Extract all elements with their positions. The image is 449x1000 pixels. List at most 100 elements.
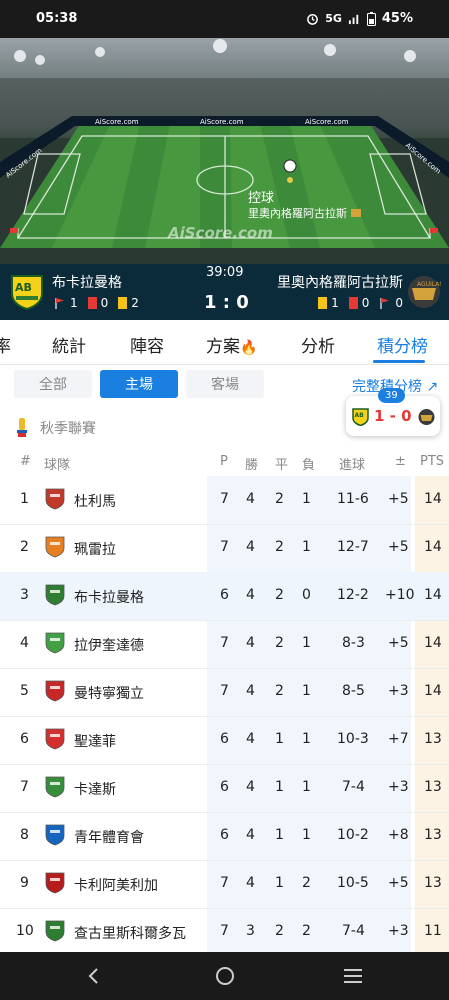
league-header: 秋季聯賽 <box>16 418 96 438</box>
row-team: 卡達斯 <box>74 782 116 798</box>
svg-text:AGUILAS: AGUILAS <box>417 281 441 288</box>
row-diff: +10 <box>385 587 415 603</box>
row-rank: 6 <box>20 731 29 747</box>
filter-all[interactable]: 全部 <box>14 370 92 398</box>
table-row[interactable]: 7 卡達斯 6 4 1 1 7-4 +3 13 <box>0 764 449 813</box>
active-tab-indicator <box>373 360 425 363</box>
corner-flag-icon <box>55 298 64 309</box>
row-team: 布卡拉曼格 <box>74 590 144 606</box>
row-wins: 4 <box>246 587 255 603</box>
status-icons: 5G 45% <box>306 11 413 26</box>
team-crest-icon <box>45 488 65 510</box>
home-team-name: 布卡拉曼格 <box>52 275 122 291</box>
row-wins: 4 <box>246 683 255 699</box>
row-losses: 1 <box>302 635 311 651</box>
home-red-cards: 0 <box>100 296 109 310</box>
away-team-name: 里奧內格羅阿古拉斯 <box>277 275 403 291</box>
row-goals: 11-6 <box>337 491 369 507</box>
table-row[interactable]: 1 杜利馬 7 4 2 1 11-6 +5 14 <box>0 476 449 525</box>
network-label: 5G <box>325 12 342 25</box>
row-played: 6 <box>220 827 229 843</box>
table-row[interactable]: 9 卡利阿美利加 7 4 1 2 10-5 +5 13 <box>0 860 449 909</box>
row-draws: 2 <box>275 923 284 939</box>
row-team: 青年體育會 <box>74 830 144 846</box>
back-icon[interactable] <box>86 968 102 984</box>
arrow-up-right-icon: ↗ <box>426 379 439 395</box>
row-rank: 3 <box>20 587 29 603</box>
row-team: 查古里斯科爾多瓦 <box>74 926 186 942</box>
battery-label: 45% <box>381 11 413 26</box>
menu-icon[interactable] <box>344 968 362 984</box>
row-pts: 14 <box>424 635 442 651</box>
tab-lineup[interactable]: 陣容 <box>130 332 164 357</box>
tab-plans[interactable]: 方案🔥 <box>206 332 257 357</box>
table-row[interactable]: 6 聖達菲 6 4 1 1 10-3 +7 13 <box>0 716 449 765</box>
row-pts: 14 <box>424 587 442 603</box>
table-row[interactable]: 3 布卡拉曼格 6 4 2 0 12-2 +10 14 <box>0 572 449 621</box>
row-diff: +3 <box>388 683 409 699</box>
league-trophy-icon <box>17 418 27 437</box>
row-losses: 1 <box>302 683 311 699</box>
row-draws: 2 <box>275 683 284 699</box>
fire-icon: 🔥 <box>240 340 258 356</box>
col-team: 球隊 <box>44 458 71 473</box>
table-row[interactable]: 4 拉伊奎達德 7 4 2 1 8-3 +5 14 <box>0 620 449 669</box>
table-row[interactable]: 5 曼特寧獨立 7 4 2 1 8-5 +3 14 <box>0 668 449 717</box>
match-minute: 39:09 <box>206 265 244 280</box>
row-played: 6 <box>220 779 229 795</box>
row-rank: 4 <box>20 635 29 651</box>
floating-live-score[interactable]: 39 AB 1 - 0 <box>346 388 440 436</box>
row-played: 7 <box>220 875 229 891</box>
tab-stats[interactable]: 統計 <box>52 332 86 357</box>
row-team: 拉伊奎達德 <box>74 638 144 654</box>
away-stats: 1 0 0 <box>318 296 403 310</box>
row-played: 6 <box>220 731 229 747</box>
board-text-2: AiScore.com <box>200 118 244 126</box>
tab-analysis[interactable]: 分析 <box>301 332 335 357</box>
row-team: 曼特寧獨立 <box>74 686 144 702</box>
away-red-cards: 0 <box>361 296 370 310</box>
col-goals: 進球 <box>339 458 366 473</box>
status-time: 05:38 <box>36 11 78 26</box>
row-played: 6 <box>220 587 229 603</box>
row-losses: 2 <box>302 875 311 891</box>
svg-text:AB: AB <box>355 412 365 419</box>
row-played: 7 <box>220 539 229 555</box>
filter-home[interactable]: 主場 <box>100 370 178 398</box>
floating-minute: 39 <box>378 388 405 403</box>
tab-plans-label: 方案 <box>206 337 240 357</box>
row-team: 卡利阿美利加 <box>74 878 158 894</box>
filter-away[interactable]: 客場 <box>186 370 264 398</box>
row-wins: 3 <box>246 923 255 939</box>
team-crest-icon <box>45 920 65 942</box>
yellow-card-icon <box>318 297 328 309</box>
row-diff: +5 <box>388 539 409 555</box>
row-rank: 9 <box>20 875 29 891</box>
row-rank: 8 <box>20 827 29 843</box>
team-crest-icon <box>45 728 65 750</box>
corner-flag-icon <box>380 298 390 309</box>
status-bar: 05:38 5G 45% <box>0 0 449 38</box>
row-diff: +8 <box>388 827 409 843</box>
tab-rate[interactable]: 率 <box>0 332 11 357</box>
row-wins: 4 <box>246 491 255 507</box>
row-diff: +3 <box>388 779 409 795</box>
row-rank: 10 <box>16 923 34 939</box>
col-draws: 平 <box>275 458 289 473</box>
row-pts: 13 <box>424 827 442 843</box>
match-score: 1 : 0 <box>204 292 249 313</box>
row-draws: 2 <box>275 635 284 651</box>
table-row[interactable]: 8 青年體育會 6 4 1 1 10-2 +8 13 <box>0 812 449 861</box>
red-card-icon <box>348 297 358 309</box>
table-row[interactable]: 2 珮雷拉 7 4 2 1 12-7 +5 14 <box>0 524 449 573</box>
home-icon[interactable] <box>215 966 235 986</box>
row-pts: 13 <box>424 779 442 795</box>
match-pitch[interactable]: AiScore.com AiScore.com AiScore.com AiSc… <box>0 38 449 264</box>
row-goals: 10-5 <box>337 875 369 891</box>
row-pts: 11 <box>424 923 442 939</box>
table-row[interactable]: 10 查古里斯科爾多瓦 7 3 2 2 7-4 +3 11 <box>0 908 449 957</box>
tab-standings[interactable]: 積分榜 <box>377 332 428 357</box>
row-wins: 4 <box>246 827 255 843</box>
row-pts: 13 <box>424 875 442 891</box>
row-losses: 1 <box>302 539 311 555</box>
